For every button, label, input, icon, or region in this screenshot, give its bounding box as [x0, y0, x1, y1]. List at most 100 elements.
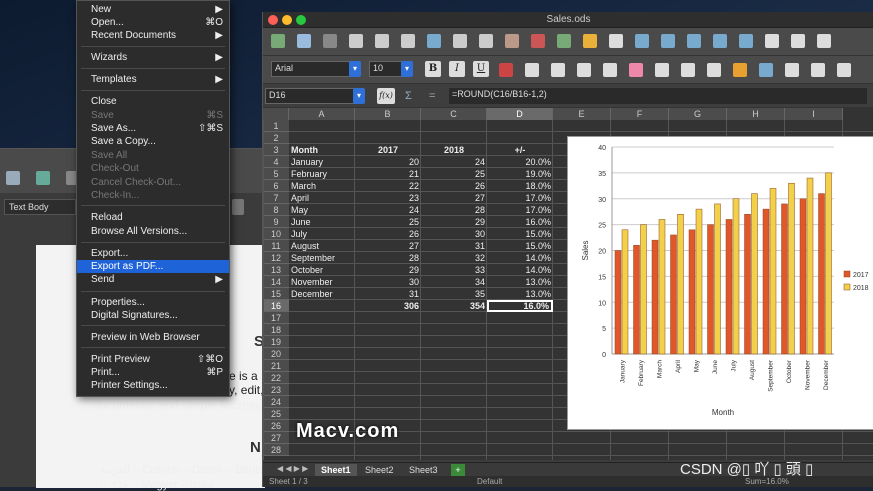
format-icon[interactable] — [707, 63, 721, 77]
undo-icon[interactable] — [531, 34, 545, 48]
table-cell-2017[interactable]: 29 — [355, 264, 421, 276]
menu-item-new[interactable]: New ▶ — [77, 3, 229, 16]
row-header[interactable]: 16 — [263, 300, 289, 312]
row-header[interactable]: 13 — [263, 264, 289, 276]
row-header[interactable]: 21 — [263, 360, 289, 372]
menu-item-save-a-copy[interactable]: Save a Copy... — [77, 135, 229, 148]
format-icon[interactable] — [603, 63, 617, 77]
table-cell-diff[interactable]: 14.0% — [487, 264, 553, 276]
column-header-e[interactable]: E — [553, 108, 611, 120]
table-cell-month[interactable]: June — [289, 216, 355, 228]
table-cell-month[interactable]: February — [289, 168, 355, 180]
format-icon[interactable] — [785, 63, 799, 77]
table-cell-diff[interactable]: 17.0% — [487, 204, 553, 216]
sort-desc-icon[interactable] — [817, 34, 831, 48]
table-cell-2017[interactable]: 24 — [355, 204, 421, 216]
table-cell-diff[interactable]: 16.0% — [487, 216, 553, 228]
row-header[interactable]: 8 — [263, 204, 289, 216]
menu-item-export[interactable]: Export... — [77, 247, 229, 260]
table-cell-2018[interactable]: 33 — [421, 264, 487, 276]
name-box[interactable]: D16 — [265, 88, 361, 104]
table-cell-2017[interactable]: 30 — [355, 276, 421, 288]
format-icon[interactable] — [733, 63, 747, 77]
row-header[interactable]: 2 — [263, 132, 289, 144]
table-cell-month[interactable]: December — [289, 288, 355, 300]
column-header-b[interactable]: B — [355, 108, 421, 120]
new-doc-icon[interactable] — [6, 171, 20, 185]
table-cell-2018[interactable]: 28 — [421, 204, 487, 216]
table-cell-2018[interactable]: 25 — [421, 168, 487, 180]
column-header-c[interactable]: C — [421, 108, 487, 120]
font-size-box[interactable]: 10 — [369, 61, 403, 77]
row-header[interactable]: 25 — [263, 408, 289, 420]
first-sheet-icon[interactable]: ◀ ◀ ▶ ▶ — [277, 464, 308, 473]
menu-item-wizards[interactable]: Wizards ▶ — [77, 51, 229, 64]
menu-item-open[interactable]: Open... ⌘O — [77, 16, 229, 29]
header-cell-2018[interactable]: 2018 — [421, 144, 487, 156]
format-icon[interactable] — [525, 63, 539, 77]
row-header[interactable]: 4 — [263, 156, 289, 168]
function-wizard-button[interactable]: f(x) — [377, 88, 395, 104]
row-header[interactable]: 26 — [263, 420, 289, 432]
row-header[interactable]: 22 — [263, 372, 289, 384]
print-icon[interactable] — [375, 34, 389, 48]
table-cell-month[interactable]: January — [289, 156, 355, 168]
row-header[interactable]: 15 — [263, 288, 289, 300]
menu-item-digital-signatures[interactable]: Digital Signatures... — [77, 309, 229, 322]
table-cell-diff[interactable]: 20.0% — [487, 156, 553, 168]
delete-icon[interactable] — [713, 34, 727, 48]
menu-item-preview-in-web-browser[interactable]: Preview in Web Browser — [77, 331, 229, 344]
row-header[interactable]: 10 — [263, 228, 289, 240]
menu-item-print[interactable]: Print... ⌘P — [77, 366, 229, 379]
header-cell-2017[interactable]: 2017 — [355, 144, 421, 156]
row-header[interactable]: 28 — [263, 444, 289, 456]
table-cell-2017[interactable]: 28 — [355, 252, 421, 264]
row-icon[interactable] — [635, 34, 649, 48]
menu-item-reload[interactable]: Reload — [77, 211, 229, 224]
menu-item-save-as[interactable]: Save As... ⇧⌘S — [77, 122, 229, 135]
table-cell-diff[interactable]: 14.0% — [487, 252, 553, 264]
insert-table-icon[interactable] — [687, 34, 701, 48]
table-cell-2017[interactable]: 26 — [355, 228, 421, 240]
freeze-icon[interactable] — [739, 34, 753, 48]
row-header[interactable]: 18 — [263, 324, 289, 336]
row-header[interactable]: 1 — [263, 120, 289, 132]
table-cell-diff[interactable]: 15.0% — [487, 228, 553, 240]
table-cell-2018[interactable]: 24 — [421, 156, 487, 168]
table-cell-2018[interactable]: 26 — [421, 180, 487, 192]
table-cell-2018[interactable]: 30 — [421, 228, 487, 240]
save-icon[interactable] — [323, 34, 337, 48]
formula-input[interactable]: =ROUND(C16/B16-1,2) — [449, 88, 867, 104]
menu-item-browse-all-versions[interactable]: Browse All Versions... — [77, 225, 229, 238]
table-cell-month[interactable]: October — [289, 264, 355, 276]
column-header-f[interactable]: F — [611, 108, 669, 120]
sales-chart[interactable]: 0 5 10 15 20 25 30 35 40 January February March Apri… — [567, 136, 873, 430]
font-name-dropdown[interactable]: ▾ — [349, 61, 361, 77]
find-icon[interactable] — [583, 34, 597, 48]
column-icon[interactable] — [661, 34, 675, 48]
row-header[interactable]: 23 — [263, 384, 289, 396]
tab-sheet1[interactable]: Sheet1 — [315, 464, 357, 476]
tab-sheet3[interactable]: Sheet3 — [403, 464, 444, 476]
row-header[interactable]: 14 — [263, 276, 289, 288]
column-header-d[interactable]: D — [487, 108, 553, 120]
sort-icon[interactable] — [765, 34, 779, 48]
table-cell-2017[interactable]: 31 — [355, 288, 421, 300]
table-cell-2018[interactable]: 27 — [421, 192, 487, 204]
paste-icon[interactable] — [479, 34, 493, 48]
table-cell-diff[interactable]: 13.0% — [487, 288, 553, 300]
bold-button[interactable]: B — [425, 61, 441, 77]
table-cell-month[interactable]: July — [289, 228, 355, 240]
select-all-corner[interactable] — [263, 108, 289, 120]
font-name-box[interactable]: Arial — [271, 61, 351, 77]
format-icon[interactable] — [577, 63, 591, 77]
clone-icon[interactable] — [505, 34, 519, 48]
templates-icon[interactable] — [36, 171, 50, 185]
row-header[interactable]: 6 — [263, 180, 289, 192]
format-icon[interactable] — [759, 63, 773, 77]
row-header[interactable]: 7 — [263, 192, 289, 204]
format-icon[interactable] — [551, 63, 565, 77]
table-cell-month[interactable]: May — [289, 204, 355, 216]
table-cell-month[interactable]: August — [289, 240, 355, 252]
tab-sheet2[interactable]: Sheet2 — [359, 464, 400, 476]
